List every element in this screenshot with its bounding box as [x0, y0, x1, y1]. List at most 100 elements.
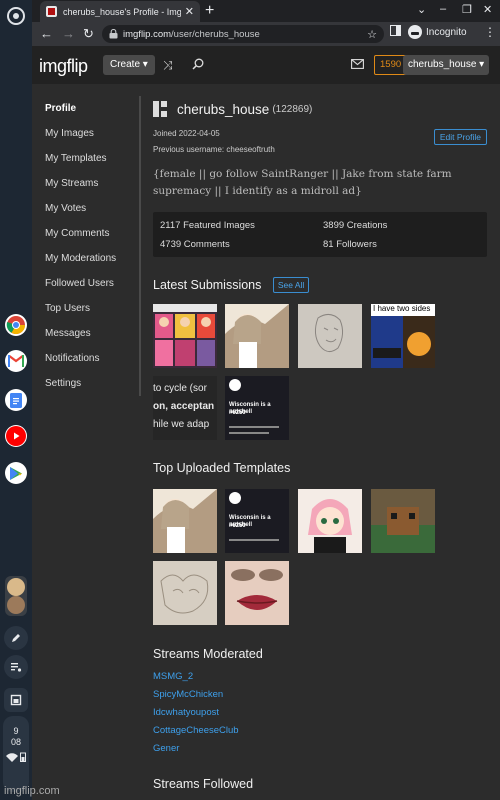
create-button[interactable]: Create ▾ — [103, 55, 155, 75]
sidebar-item-my-comments[interactable]: My Comments — [45, 227, 140, 252]
streams-followed-header: Streams Followed — [153, 775, 489, 793]
edit-profile-button[interactable]: Edit Profile — [433, 129, 487, 145]
sidebar-item-messages[interactable]: Messages — [45, 327, 140, 352]
side-panel-icon[interactable] — [390, 25, 401, 36]
tab-close-icon[interactable]: ✕ — [185, 5, 194, 18]
window-close-icon[interactable]: ✕ — [483, 3, 492, 16]
stat-followers: 81 Followers — [323, 239, 377, 250]
launcher-icon[interactable] — [7, 7, 25, 25]
chrome-app-icon[interactable] — [5, 314, 27, 336]
template-thumbnail[interactable] — [371, 489, 435, 553]
clock-hour: 9 — [13, 726, 19, 736]
template-thumbnail[interactable]: Wisconsin is a nutshell #6250 — [225, 489, 289, 553]
sidebar-item-my-templates[interactable]: My Templates — [45, 152, 140, 177]
submission-thumbnail[interactable]: Wisconsin is a nutshell #6250 — [225, 376, 289, 440]
submission-thumbnail[interactable] — [153, 304, 217, 368]
see-all-button[interactable]: See All — [272, 276, 310, 293]
streams-moderated-title: Streams Moderated — [153, 647, 263, 661]
latest-row-1: I have two sides — [153, 304, 489, 368]
thumbnail-caption: I have two sides — [373, 304, 431, 313]
template-thumbnail[interactable] — [225, 561, 289, 625]
profile-username: cherubs_house — [177, 101, 270, 117]
screen: { "browser": { "tab_title": "cherubs_hou… — [0, 0, 500, 800]
status-tray[interactable]: 9 08 — [3, 716, 29, 792]
profile-name-row: cherubs_house (122869) — [153, 98, 489, 120]
restore-icon[interactable]: ❐ — [462, 3, 472, 16]
gmail-app-icon[interactable] — [5, 350, 27, 372]
template-thumbnail[interactable] — [153, 489, 217, 553]
thumbnail-text: to cycle (sor on, acceptan hile we adap — [153, 380, 214, 434]
tab-imgflip-profile[interactable]: cherubs_house's Profile - Imgflip ✕ — [40, 1, 200, 22]
sidebar-item-my-moderations[interactable]: My Moderations — [45, 252, 140, 277]
user-menu-button[interactable]: cherubs_house ▾ — [403, 55, 490, 75]
tab-search-icon[interactable]: ⌄ — [417, 3, 426, 16]
reload-icon[interactable]: ↻ — [83, 25, 94, 43]
lock-icon[interactable] — [109, 29, 118, 39]
submission-thumbnail[interactable] — [225, 304, 289, 368]
stat-comments: 4739 Comments — [160, 239, 230, 250]
streams-moderated-header: Streams Moderated — [153, 645, 489, 663]
submission-thumbnail[interactable] — [298, 304, 362, 368]
playlist-icon[interactable] — [4, 655, 28, 679]
thumbnail-text-line: hile we adap — [153, 419, 210, 430]
pinned-window-thumbnail[interactable] — [5, 576, 27, 616]
latest-submissions-header: Latest Submissions See All — [153, 276, 489, 294]
search-icon[interactable] — [192, 58, 204, 73]
sidebar-item-my-streams[interactable]: My Streams — [45, 177, 140, 202]
docs-app-icon[interactable] — [5, 389, 27, 411]
templates-header: Top Uploaded Templates — [153, 459, 489, 477]
stream-link[interactable]: MSMG_2 — [153, 670, 489, 688]
streams-followed-title: Streams Followed — [153, 777, 254, 791]
stream-link[interactable]: SpicyMcChicken — [153, 688, 489, 706]
profile-points: (122869) — [272, 103, 313, 115]
template-thumbnail[interactable] — [153, 561, 217, 625]
back-icon[interactable]: ← — [40, 25, 53, 43]
submission-thumbnail[interactable]: to cycle (sor on, acceptan hile we adap — [153, 376, 217, 440]
sidebar-item-settings[interactable]: Settings — [45, 377, 140, 402]
sidebar-item-top-users[interactable]: Top Users — [45, 302, 140, 327]
thumbnail-tag: #6250 — [229, 410, 246, 416]
profile-sidebar: Profile My Images My Templates My Stream… — [45, 102, 140, 402]
new-tab-icon[interactable]: + — [205, 2, 214, 20]
submission-thumbnail[interactable]: I have two sides — [371, 304, 435, 368]
stream-link[interactable]: Idcwhatyoupost — [153, 706, 489, 724]
play-store-app-icon[interactable] — [5, 462, 27, 484]
user-avatar-icon — [153, 101, 167, 117]
url-domain: imgflip.com — [123, 28, 172, 40]
latest-row-2: to cycle (sor on, acceptan hile we adap … — [153, 376, 489, 440]
page-content: imgflip Create ▾ ⤨ 1590 cherubs_house ▾ … — [32, 46, 500, 800]
stream-link[interactable]: Gener — [153, 742, 489, 760]
messages-icon[interactable] — [351, 58, 364, 72]
battery-icon — [20, 752, 27, 762]
shuffle-icon[interactable]: ⤨ — [163, 58, 173, 73]
imgflip-logo[interactable]: imgflip — [39, 56, 88, 77]
overview-icon[interactable] — [4, 688, 28, 712]
templates-row-2 — [153, 561, 489, 625]
profile-stats-box: 2117 Featured Images 3899 Creations 4739… — [153, 212, 487, 257]
clock-minute: 08 — [10, 737, 21, 747]
browser-toolbar: ← → ↻ imgflip.com/user/cherubs_house ☆ I… — [32, 22, 500, 46]
forward-icon[interactable]: → — [62, 25, 75, 43]
wifi-icon — [5, 753, 18, 762]
youtube-app-icon[interactable] — [5, 425, 27, 447]
sidebar-item-followed-users[interactable]: Followed Users — [45, 277, 140, 302]
sidebar-item-my-images[interactable]: My Images — [45, 127, 140, 152]
sidebar-item-notifications[interactable]: Notifications — [45, 352, 140, 377]
incognito-label: Incognito — [426, 26, 467, 38]
address-bar[interactable]: imgflip.com/user/cherubs_house ☆ — [102, 25, 384, 43]
url-path: /user/cherubs_house — [171, 28, 260, 40]
browser-window: cherubs_house's Profile - Imgflip ✕ + ⌄ … — [32, 0, 500, 800]
create-label: Create — [110, 59, 141, 70]
bookmark-star-icon[interactable]: ☆ — [367, 28, 377, 41]
sidebar-item-profile[interactable]: Profile — [45, 102, 140, 127]
header-username: cherubs_house — [408, 59, 477, 70]
templates-title: Top Uploaded Templates — [153, 461, 291, 475]
menu-kebab-icon[interactable]: ⋮ — [484, 25, 496, 39]
incognito-indicator[interactable]: Incognito — [408, 25, 467, 39]
minimize-icon[interactable]: – — [440, 3, 446, 15]
stat-creations: 3899 Creations — [323, 220, 388, 231]
pen-icon[interactable] — [4, 626, 28, 650]
template-thumbnail[interactable] — [298, 489, 362, 553]
sidebar-item-my-votes[interactable]: My Votes — [45, 202, 140, 227]
stream-link[interactable]: CottageCheeseClub — [153, 724, 489, 742]
